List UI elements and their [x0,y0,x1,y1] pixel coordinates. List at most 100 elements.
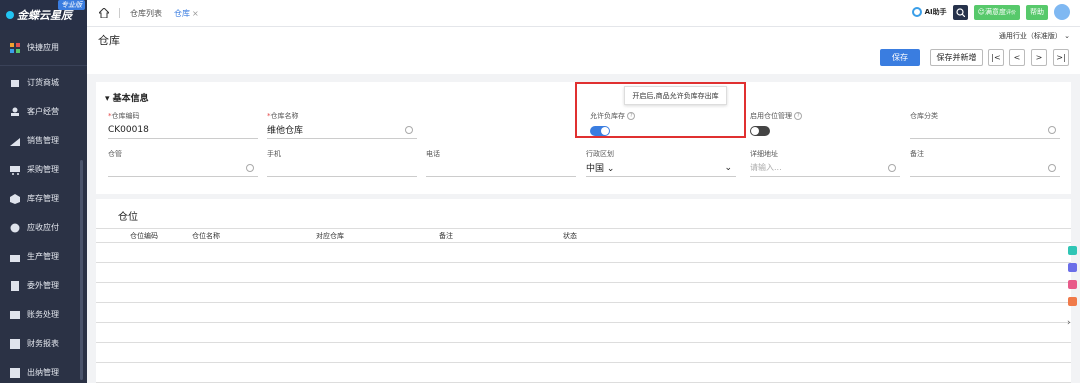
location-manage-toggle[interactable] [750,126,770,136]
satisfaction-sup: 评价 [1005,9,1016,16]
warehouse-name-label: *仓库名称 [267,112,299,120]
avatar[interactable] [1054,4,1070,20]
save-and-new-button[interactable]: 保存并新增 [930,49,983,66]
logo[interactable]: 金蝶云星辰 专业版 [0,0,87,30]
box-icon [10,193,20,204]
ai-assistant-button[interactable]: AI助手 [911,7,947,17]
industry-label: 通用行业（标准版） [998,32,1062,40]
logo-icon [6,11,14,19]
last-record-button[interactable]: >| [1053,49,1069,66]
sidebar-item-production[interactable]: 生产管理 [0,242,87,271]
sidebar-item-outsource[interactable]: 委外管理 [0,271,87,300]
sidebar-item-purchase[interactable]: 采购管理 [0,155,87,184]
sidebar-item-label: 应收应付 [27,223,59,232]
factory-icon [10,252,20,262]
sidebar-item-inventory[interactable]: 库存管理 [0,184,87,213]
more-icon[interactable] [246,163,254,172]
basic-info-label: 基本信息 [112,94,149,104]
clear-icon[interactable] [405,125,413,134]
satisfaction-button[interactable]: ☺ 满意度 评价 [973,4,1020,20]
table-row[interactable] [96,243,1071,263]
chat-icon[interactable] [1068,246,1077,255]
address-label: 详细地址 [750,150,778,158]
table-row[interactable] [96,363,1071,383]
sidebar-item-customer[interactable]: 客户经营 [0,97,87,126]
column-header[interactable]: 状态 [563,231,577,241]
gift-icon[interactable] [1068,297,1077,306]
sidebar-item-label: 快捷应用 [27,43,59,52]
first-record-button[interactable]: |< [988,49,1004,66]
cash-icon [10,367,20,378]
mobile-field: 手机 [267,149,417,177]
phone-label: 电话 [426,150,440,158]
page-header: 仓库 通用行业（标准版） ⌄ 保存 保存并新增 |< < > >| [87,27,1080,74]
clear-icon[interactable] [888,163,896,172]
clear-icon[interactable] [1048,163,1056,172]
help-button[interactable]: 帮助 [1026,4,1048,20]
mobile-input[interactable] [267,159,417,177]
sidebar-item-quick-apps[interactable]: 快捷应用 [0,30,87,66]
save-button[interactable]: 保存 [880,49,920,66]
search-button[interactable] [952,4,968,20]
close-icon[interactable]: × [192,9,199,18]
manager-label: 仓管 [108,150,122,158]
store-icon [10,78,20,88]
address-input[interactable]: 请输入... [750,159,900,177]
sidebar-item-store[interactable]: 订货商城 [0,68,87,97]
table-row[interactable] [96,283,1071,303]
tab-warehouse[interactable]: 仓库 × [174,8,199,19]
remark-input[interactable] [910,159,1060,177]
sidebar-item-label: 委外管理 [27,281,59,290]
sidebar-item-label: 库存管理 [27,194,59,203]
sidebar-item-accounting[interactable]: 账务处理 [0,300,87,329]
table-row[interactable] [96,263,1071,283]
sidebar-item-reports[interactable]: 财务报表 [0,329,87,358]
warehouse-category-input[interactable] [910,121,1060,139]
phone-input[interactable] [426,159,576,177]
warehouse-name-value: 维他仓库 [267,126,304,136]
top-right-tools: AI助手 ☺ 满意度 评价 帮助 [911,4,1070,20]
mobile-label: 手机 [267,150,281,158]
tab-warehouse-list[interactable]: 仓库列表 [130,8,162,19]
chart-icon [10,136,20,146]
manager-field: 仓管 [108,149,258,177]
sidebar-item-sales[interactable]: 销售管理 [0,126,87,155]
warehouse-name-input[interactable]: 维他仓库 [267,121,417,139]
help-icon[interactable]: ? [794,112,803,120]
warehouse-name-field: *仓库名称 维他仓库 [267,111,417,139]
prev-record-button[interactable]: < [1009,49,1025,66]
remark-label: 备注 [910,150,924,158]
table-row[interactable] [96,323,1071,343]
user-icon [10,107,20,117]
basic-info-title[interactable]: ▾ 基本信息 [105,91,149,104]
sidebar-item-label: 销售管理 [27,136,59,145]
sidebar-scrollbar[interactable] [80,160,83,380]
sidebar-item-cashier[interactable]: 出纳管理 [0,358,87,383]
sidebar-item-receivable[interactable]: 应收应付 [0,213,87,242]
column-header[interactable]: 备注 [439,231,453,241]
column-header[interactable]: 仓位名称 [192,231,220,241]
home-icon[interactable] [97,7,111,19]
notice-icon[interactable] [1068,280,1077,289]
column-header[interactable]: 对应仓库 [316,231,344,241]
warehouse-code-input[interactable]: CK00018 [108,121,258,139]
doc-icon [10,280,20,291]
address-placeholder: 请输入... [750,163,782,172]
location-manage-field: 启用仓位管理 ? [750,111,870,136]
region-value: 中国 ⌄ [586,164,615,174]
warehouse-code-value: CK00018 [108,124,149,135]
column-header[interactable]: 仓位编码 [130,231,158,241]
message-icon[interactable] [1068,263,1077,272]
sidebar-item-label: 客户经营 [27,107,59,116]
region-select[interactable]: 中国 ⌄ ⌄ [586,159,736,177]
sidebar-item-label: 生产管理 [27,252,59,261]
table-row[interactable] [96,303,1071,323]
chevron-right-icon[interactable]: › [1067,318,1071,328]
industry-selector[interactable]: 通用行业（标准版） ⌄ [999,31,1070,41]
location-manage-label: 启用仓位管理 ? [750,111,870,121]
next-record-button[interactable]: > [1031,49,1047,66]
money-icon [10,223,20,233]
table-row[interactable] [96,343,1071,363]
more-icon[interactable] [1048,125,1056,134]
manager-input[interactable] [108,159,258,177]
